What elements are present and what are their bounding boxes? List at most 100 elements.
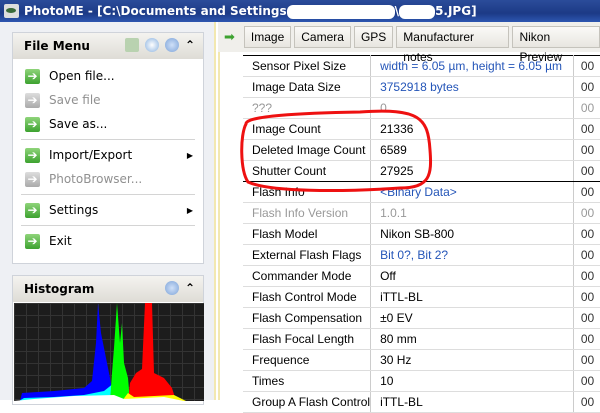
menu-item-save-as[interactable]: ➔ Save as... [13,112,203,136]
tag-value: iTTL-BL [370,391,574,413]
table-row[interactable]: Sensor Pixel Size width = 6.05 µm, height… [243,55,600,77]
tag-name: Flash Control Mode [243,286,372,308]
tag-value: 6589 [370,139,574,161]
tab-manufacturer-notes[interactable]: Manufacturer notes [396,26,510,64]
table-row[interactable]: External Flash Flags Bit 0?, Bit 2? 00 [243,244,600,266]
collapse-icon[interactable]: ⌃ [185,281,195,295]
tag-code: 00 [573,181,600,203]
table-row[interactable]: Image Count 21336 00 [243,118,600,140]
table-row[interactable]: Image Data Size 3752918 bytes 00 [243,76,600,98]
green-arrow-icon: ➔ [25,92,40,108]
menu-item-save-file[interactable]: ➔ Save file [13,88,203,112]
tag-name: Flash Info Version [243,202,372,224]
menu-separator [21,194,195,195]
tag-name: Flash Info [243,181,372,203]
main-area: ➡ Image Camera GPS Manufacturer notes Nikon … [218,22,600,413]
tag-code: 00 [573,265,600,287]
green-arrow-icon: ➔ [25,233,40,249]
tag-value: 1.0.1 [370,202,574,224]
tab-nikon-preview[interactable]: Nikon Preview [512,26,600,64]
tag-name: Frequence [243,349,372,371]
tag-code: 00 [573,349,600,371]
table-row[interactable]: Flash Info Version 1.0.1 00 [243,202,600,224]
help-icon[interactable] [164,281,179,295]
table-row[interactable]: Flash Focal Length 80 mm 00 [243,328,600,350]
green-arrow-icon: ➔ [25,116,40,132]
app-eye-icon [4,4,19,18]
green-arrow-icon: ➔ [25,202,40,218]
tag-value: ±0 EV [370,307,574,329]
menu-item-import-export[interactable]: ➔ Import/Export ▶ [13,143,203,167]
tag-value: 0 [370,97,574,119]
menu-item-settings[interactable]: ➔ Settings ▶ [13,198,203,222]
green-arrow-icon: ➔ [25,68,40,84]
tag-value: Nikon SB-800 [370,223,574,245]
metadata-table: Sensor Pixel Size width = 6.05 µm, height… [243,55,600,413]
tag-code: 00 [573,118,600,140]
help-icon[interactable] [164,38,179,52]
tab-image[interactable]: Image [243,26,292,48]
menu-separator [21,139,195,140]
table-row[interactable]: ??? 0 00 [243,97,600,119]
tag-code: 00 [573,286,600,308]
table-row[interactable]: Group A Flash Control iTTL-BL 00 [243,391,600,413]
tag-name: Deleted Image Count [243,139,372,161]
tag-value: 21336 [370,118,574,140]
tag-name: Shutter Count [243,160,372,182]
tag-code: 00 [573,160,600,182]
tag-value: 3752918 bytes [370,76,574,98]
search-icon[interactable] [144,38,159,52]
tag-name: ??? [243,97,372,119]
green-arrow-icon: ➔ [25,171,40,187]
tag-value: width = 6.05 µm, height = 6.05 µm [370,55,574,77]
table-row[interactable]: Shutter Count 27925 00 [243,160,600,182]
collapse-icon[interactable]: ⌃ [185,38,195,52]
tag-name: Image Data Size [243,76,372,98]
table-row[interactable]: Flash Control Mode iTTL-BL 00 [243,286,600,308]
menu-item-exit[interactable]: ➔ Exit [13,229,203,253]
table-row[interactable]: Flash Model Nikon SB-800 00 [243,223,600,245]
tag-code: 00 [573,139,600,161]
table-row[interactable]: Commander Mode Off 00 [243,265,600,287]
table-row[interactable]: Flash Compensation ±0 EV 00 [243,307,600,329]
table-row[interactable]: Flash Info <Binary Data> 00 [243,181,600,203]
histogram-blue [20,303,114,401]
menu-separator [21,225,195,226]
tab-camera[interactable]: Camera [294,26,351,48]
green-arrow-icon: ➔ [25,147,40,163]
green-arrow-icon[interactable]: ➡ [224,30,235,45]
redacted-path [286,4,395,19]
submenu-arrow-icon: ▶ [186,150,193,160]
tag-value: Off [370,265,574,287]
tag-value: 30 Hz [370,349,574,371]
tag-code: 00 [573,76,600,98]
file-menu-panel: File Menu ⌃ ➔ Open file... ➔ Save file ➔ Save… [12,32,204,264]
menu-item-photobrowser[interactable]: ➔ PhotoBrowser... [13,167,203,191]
tag-code: 00 [573,55,600,77]
tag-code: 00 [573,391,600,413]
tab-gps[interactable]: GPS [353,26,394,48]
tag-name: Group A Flash Control [243,391,372,413]
tag-code: 00 [573,370,600,392]
tag-name: Commander Mode [243,265,372,287]
tag-value: <Binary Data> [370,181,574,203]
redacted-filename [399,4,436,19]
tag-name: Flash Focal Length [243,328,372,350]
pictures-icon[interactable] [124,38,139,52]
title-bar: PhotoME - [C:\Documents and Settings \ 5.J… [0,0,600,22]
sidebar: File Menu ⌃ ➔ Open file... ➔ Save file ➔ Save… [0,22,216,405]
histogram-green [110,303,130,401]
tag-name: Flash Compensation [243,307,372,329]
table-row[interactable]: Deleted Image Count 6589 00 [243,139,600,161]
histogram-header[interactable]: Histogram ⌃ [13,276,203,302]
tag-name: Sensor Pixel Size [243,55,372,77]
file-menu-header[interactable]: File Menu ⌃ [13,33,203,59]
table-row[interactable]: Times 10 00 [243,370,600,392]
menu-item-open-file[interactable]: ➔ Open file... [13,64,203,88]
table-row[interactable]: Frequence 30 Hz 00 [243,349,600,371]
tag-value: iTTL-BL [370,286,574,308]
tag-code: 00 [573,223,600,245]
histogram-graph [14,303,204,401]
tag-code: 00 [573,307,600,329]
tag-value: 27925 [370,160,574,182]
